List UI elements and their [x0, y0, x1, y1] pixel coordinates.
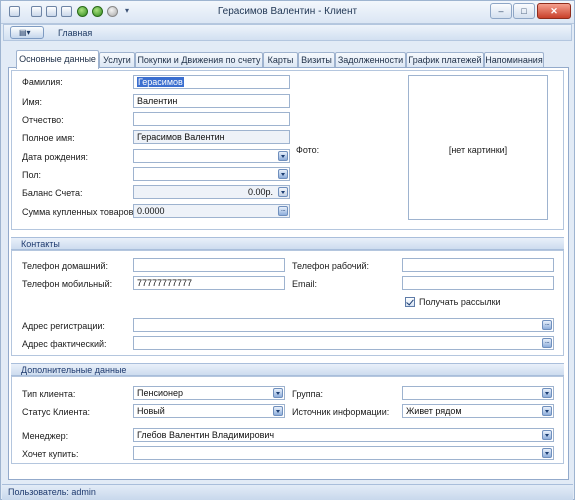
- balance-field: 0.00р.: [133, 185, 290, 199]
- chevron-down-icon[interactable]: [542, 388, 552, 398]
- photo-box[interactable]: [нет картинки]: [408, 75, 548, 220]
- tab-purchases[interactable]: Покупки и Движения по счету: [135, 52, 263, 67]
- manager-label: Менеджер:: [22, 431, 69, 441]
- tab-cards[interactable]: Карты: [263, 52, 298, 67]
- client-window: ▾ Герасимов Валентин - Клиент – □ ✕ ▤▾ Г…: [0, 0, 575, 500]
- first-name-field[interactable]: Валентин: [133, 94, 290, 108]
- full-name-field: Герасимов Валентин: [133, 130, 290, 144]
- work-phone-label: Телефон рабочий:: [292, 261, 370, 271]
- current-user: Пользователь: admin: [8, 487, 96, 497]
- birth-date-picker[interactable]: [133, 149, 290, 163]
- last-name-field[interactable]: Герасимов: [133, 75, 290, 89]
- balance-value: 0.00р.: [247, 187, 273, 197]
- chevron-down-icon[interactable]: [542, 430, 552, 440]
- tab-reminders[interactable]: Напоминания: [484, 52, 544, 67]
- group-select[interactable]: [402, 386, 554, 400]
- info-source-label: Источник информации:: [292, 407, 390, 417]
- subscribe-checkbox[interactable]: [405, 297, 415, 307]
- last-name-label: Фамилия:: [22, 77, 63, 87]
- ellipsis-icon[interactable]: ...: [278, 206, 288, 216]
- purchases-label: Сумма купленных товаров:: [22, 207, 136, 217]
- last-name-value: Герасимов: [137, 77, 184, 87]
- client-type-value: Пенсионер: [137, 388, 183, 398]
- home-phone-label: Телефон домашний:: [22, 261, 109, 271]
- email-field[interactable]: [402, 276, 554, 290]
- client-type-select[interactable]: Пенсионер: [133, 386, 285, 400]
- work-phone-field[interactable]: [402, 258, 554, 272]
- gender-select[interactable]: [133, 167, 290, 181]
- extra-header: Дополнительные данные: [11, 363, 564, 376]
- patronymic-label: Отчество:: [22, 115, 64, 125]
- mobile-phone-label: Телефон мобильный:: [22, 279, 113, 289]
- actual-address-label: Адрес фактический:: [22, 339, 107, 349]
- email-label: Email:: [292, 279, 318, 289]
- actual-address-field[interactable]: ...: [133, 336, 554, 350]
- first-name-label: Имя:: [22, 97, 43, 107]
- manager-select[interactable]: Глебов Валентин Владимирович: [133, 428, 554, 442]
- client-status-value: Новый: [137, 406, 165, 416]
- ellipsis-icon[interactable]: ...: [542, 338, 552, 348]
- status-bar: Пользователь: admin: [2, 484, 573, 500]
- tab-payment-schedule[interactable]: График платежей: [406, 52, 484, 67]
- tab-services[interactable]: Услуги: [99, 52, 135, 67]
- purchases-field: 0.0000...: [133, 204, 290, 218]
- group-label: Группа:: [292, 389, 324, 399]
- chevron-down-icon[interactable]: [278, 169, 288, 179]
- minimize-button[interactable]: –: [490, 3, 512, 19]
- chevron-down-icon[interactable]: [542, 406, 552, 416]
- reg-address-label: Адрес регистрации:: [22, 321, 105, 331]
- title-bar: ▾ Герасимов Валентин - Клиент – □ ✕: [1, 1, 574, 24]
- chevron-down-icon[interactable]: [273, 406, 283, 416]
- home-phone-field[interactable]: [133, 258, 285, 272]
- client-type-label: Тип клиента:: [22, 389, 76, 399]
- ribbon-tab-home[interactable]: Главная: [58, 28, 92, 38]
- extra-title: Дополнительные данные: [21, 365, 127, 375]
- info-source-value: Живет рядом: [406, 406, 462, 416]
- application-menu-button[interactable]: ▤▾: [10, 26, 44, 39]
- menu-icon: ▤▾: [19, 28, 31, 37]
- purchases-value: 0.0000: [137, 206, 165, 216]
- manager-value: Глебов Валентин Владимирович: [137, 430, 275, 440]
- contacts-title: Контакты: [21, 239, 60, 249]
- client-status-select[interactable]: Новый: [133, 404, 285, 418]
- client-status-label: Статус Клиента:: [22, 407, 90, 417]
- contacts-header: Контакты: [11, 237, 564, 250]
- balance-label: Баланс Счета:: [22, 188, 83, 198]
- tab-visits[interactable]: Визиты: [298, 52, 335, 67]
- maximize-button[interactable]: □: [513, 3, 535, 19]
- tab-debts[interactable]: Задолженности: [335, 52, 406, 67]
- mobile-phone-field[interactable]: 77777777777: [133, 276, 285, 290]
- gender-label: Пол:: [22, 170, 42, 180]
- birth-date-label: Дата рождения:: [22, 152, 88, 162]
- photo-placeholder: [нет картинки]: [448, 145, 508, 155]
- window-title: Герасимов Валентин - Клиент: [217, 6, 358, 17]
- close-button[interactable]: ✕: [537, 3, 571, 19]
- chevron-down-icon[interactable]: [278, 151, 288, 161]
- chevron-down-icon[interactable]: [542, 448, 552, 458]
- info-source-select[interactable]: Живет рядом: [402, 404, 554, 418]
- chevron-down-icon[interactable]: [273, 388, 283, 398]
- full-name-label: Полное имя:: [22, 133, 75, 143]
- wants-to-buy-select[interactable]: [133, 446, 554, 460]
- subscribe-label[interactable]: Получать рассылки: [419, 297, 501, 307]
- tab-main-data[interactable]: Основные данные: [16, 50, 99, 69]
- photo-label: Фото:: [296, 145, 320, 155]
- balance-button-icon[interactable]: [278, 187, 288, 197]
- ribbon-bar: ▤▾ Главная: [3, 24, 572, 41]
- reg-address-field[interactable]: ...: [133, 318, 554, 332]
- patronymic-field[interactable]: [133, 112, 290, 126]
- wants-to-buy-label: Хочет купить:: [22, 449, 79, 459]
- ellipsis-icon[interactable]: ...: [542, 320, 552, 330]
